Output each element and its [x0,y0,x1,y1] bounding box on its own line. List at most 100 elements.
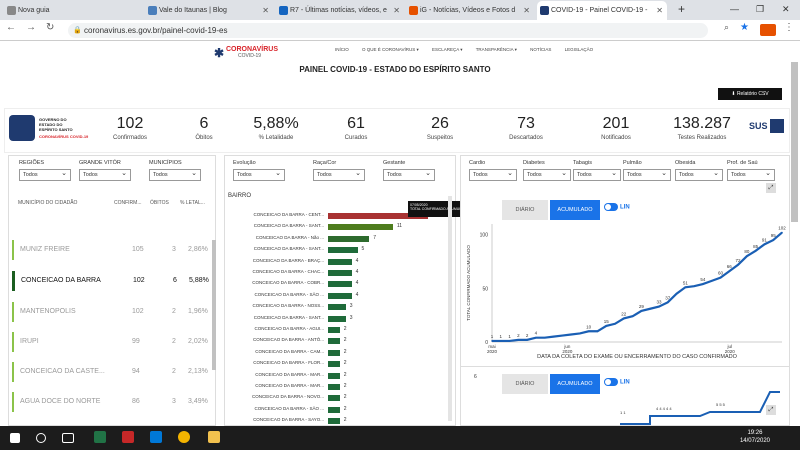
forward-icon[interactable]: → [26,22,36,33]
edge-icon[interactable] [150,431,162,443]
data-point[interactable] [605,325,608,327]
menu-item-o-que-e[interactable]: O QUE É CORONAVÍRUS ▾ [362,47,419,52]
bar[interactable] [328,292,352,299]
new-tab-button[interactable]: + [678,0,685,18]
star-icon[interactable]: ★ [740,22,749,33]
table-row[interactable]: AGUA DOCE DO NORTE 86 3 3,49% [12,392,212,412]
bar[interactable] [328,395,340,402]
data-point[interactable] [728,270,731,272]
close-icon[interactable]: ✕ [656,1,663,20]
bar[interactable] [328,304,346,311]
data-point[interactable] [772,239,775,241]
table-row[interactable]: MUNIZ FREIRE 105 3 2,86% [12,240,212,260]
data-point[interactable] [596,330,599,333]
data-point[interactable] [499,340,502,342]
menu-item-transparencia[interactable]: TRANSPARÊNCIA ▾ [476,47,517,52]
data-point[interactable] [570,333,572,336]
minimize-icon[interactable]: — [730,0,739,18]
task-view-icon[interactable] [62,433,74,443]
data-point[interactable] [649,307,651,310]
coronavirus-logo[interactable]: ✱ CORONAVÍRUS COVID-19 [214,46,278,60]
page-scrollbar[interactable] [791,62,798,222]
data-point[interactable] [754,250,757,252]
data-point[interactable] [614,322,616,325]
menu-item-noticias[interactable]: NOTÍCIAS [530,47,551,52]
grande-vitoria-select[interactable]: Todos [79,168,131,181]
bar[interactable] [328,406,340,413]
taskbar-clock[interactable]: 19:26 14/07/2020 [740,429,770,445]
data-point[interactable] [710,280,713,282]
data-point[interactable] [535,336,537,339]
prof-saude-select[interactable]: Todos [727,168,775,181]
data-point[interactable] [719,276,722,279]
col-letalidade[interactable]: % LETAL... [180,200,205,206]
bar[interactable] [328,258,352,265]
bar[interactable] [328,247,358,254]
menu-item-esclareca[interactable]: ESCLAREÇA ▾ [432,47,463,52]
data-point[interactable] [658,305,660,308]
maximize-icon[interactable]: ❐ [756,0,764,18]
bar[interactable] [328,235,370,242]
data-point[interactable] [623,317,625,320]
pulmao-select[interactable]: Todos [623,168,671,181]
extension-icon[interactable] [760,24,776,36]
tabagismo-select[interactable]: Todos [573,168,621,181]
regioes-select[interactable]: Todos [19,168,71,181]
excel-icon[interactable] [94,431,106,443]
table-row[interactable]: MANTENOPOLIS 102 2 1,96% [12,302,212,322]
close-icon[interactable]: ✕ [262,1,269,20]
bar[interactable] [328,327,340,333]
bar[interactable] [328,418,340,425]
reload-icon[interactable]: ↻ [46,22,54,33]
data-point[interactable] [781,231,783,234]
bar[interactable] [328,384,340,390]
search-icon[interactable]: ⌕ [724,22,729,33]
close-icon[interactable]: ✕ [523,1,530,20]
bar[interactable] [328,372,340,379]
data-point[interactable] [693,285,695,288]
data-point[interactable] [675,292,678,295]
col-municipio[interactable]: MUNICÍPIO DO CIDADÃO [18,200,77,206]
chrome-icon[interactable] [178,431,190,443]
data-point[interactable] [491,340,493,342]
data-point[interactable] [666,301,669,304]
cardio-select[interactable]: Todos [469,168,517,181]
bairro-scrollbar[interactable] [448,196,452,421]
expand-icon[interactable]: ⤢ [766,183,776,193]
data-point[interactable] [561,334,564,337]
app-icon[interactable] [122,431,134,443]
bar[interactable] [328,224,393,231]
bar[interactable] [328,349,340,356]
gestante-select[interactable]: Todos [383,168,435,181]
tab-r7[interactable]: R7 - Últimas notícias, vídeos, e ✕ [276,1,404,20]
data-point[interactable] [552,335,555,338]
bar[interactable] [328,281,352,288]
menu-item-legislacao[interactable]: LEGISLAÇÃO [565,47,594,52]
data-point[interactable] [579,332,581,335]
data-point[interactable] [508,340,511,342]
municipios-select[interactable]: Todos [149,168,201,181]
expand-icon[interactable]: ⤢ [766,405,776,415]
diabetes-select[interactable]: Todos [523,168,571,181]
table-row[interactable]: CONCEICAO DA CASTE... 94 2 2,13% [12,362,212,382]
data-point[interactable] [746,255,748,257]
menu-icon[interactable]: ⋮ [784,22,794,33]
windows-start-icon[interactable] [10,433,20,443]
evolucao-select[interactable]: Todos [233,168,285,181]
data-point[interactable] [763,243,766,246]
table-row[interactable]: IRUPI 99 2 2,02% [12,332,212,352]
table-row[interactable]: CONCEICAO DA BARRA 102 6 5,88% [12,271,212,291]
data-point[interactable] [543,336,546,339]
close-window-icon[interactable]: ✕ [782,0,790,18]
bar[interactable] [328,270,352,276]
obesidade-select[interactable]: Todos [675,168,723,181]
municipios-scrollbar[interactable] [212,240,216,370]
col-obitos[interactable]: ÓBITOS [150,200,169,206]
csv-report-button[interactable]: ⬇ Relatório CSV [718,88,782,100]
bar[interactable] [328,315,346,322]
data-point[interactable] [702,283,704,285]
tab-vale[interactable]: Vale do Itaunas | Blog ✕ [145,1,273,20]
col-confirmados[interactable]: CONFIRM... [114,200,142,206]
data-point[interactable] [737,263,739,266]
explorer-icon[interactable] [208,431,220,443]
